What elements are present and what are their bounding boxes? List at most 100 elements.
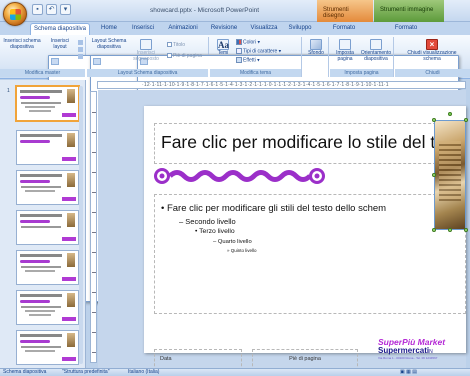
thumbnail-layout[interactable] xyxy=(16,170,79,205)
thumbnail-layout[interactable] xyxy=(16,130,79,165)
undo-icon[interactable]: ↶ xyxy=(46,4,57,15)
level-1-text: Fare clic per modificare gli stili del t… xyxy=(166,203,387,214)
rename-icon[interactable] xyxy=(78,47,83,52)
inserisci-schema-button[interactable]: Inserisci schema diapositiva xyxy=(2,38,370,302)
orientation-icon xyxy=(370,39,382,50)
titolo-checkbox[interactable]: Titolo xyxy=(167,42,185,48)
thumbnail-layout[interactable] xyxy=(16,210,79,245)
horizontal-ruler: ·12·1·11·1·10·1·9·1·8·1·7·1·6·1·5·1·4·1·… xyxy=(97,81,466,89)
effetti-dropdown[interactable]: Effetti ▾ xyxy=(236,57,260,63)
group-chiudi: × Chiudi visualizzazione schema Chiudi xyxy=(395,37,470,77)
orientamento-button[interactable]: Orientamento diapositiva xyxy=(360,39,392,62)
chiudi-visualizzazione-button[interactable]: × Chiudi visualizzazione schema xyxy=(399,39,465,62)
resize-handle[interactable] xyxy=(432,173,436,177)
level-4-text: Quarto livello xyxy=(217,239,252,245)
tab-formato-disegno[interactable]: Formato xyxy=(324,23,364,35)
inserisci-layout-label: Inserisci layout xyxy=(50,38,70,50)
level-3: • Terzo livello xyxy=(195,228,235,235)
resize-handle[interactable] xyxy=(432,118,436,122)
save-icon[interactable]: ▪ xyxy=(32,4,43,15)
inserisci-segnaposto-label: Inserisci segnaposto xyxy=(133,50,159,62)
colori-dropdown[interactable]: Colori ▾ xyxy=(236,39,260,45)
title-bar: ▪ ↶ ▾ showcard.pptx - Microsoft PowerPoi… xyxy=(0,0,470,26)
tipi-carattere-dropdown[interactable]: Tipi di carattere ▾ xyxy=(236,48,281,54)
group-imposta-pagina: Imposta pagina Orientamento diapositiva … xyxy=(330,37,394,77)
level-5: » Quinto livello xyxy=(227,248,257,253)
preserve-icon[interactable] xyxy=(78,54,83,59)
ribbon-tabs: Schema diapositiva Home Inserisci Animaz… xyxy=(0,22,470,35)
thumbnail-layout[interactable] xyxy=(16,290,79,325)
tab-sviluppo[interactable]: Sviluppo xyxy=(284,23,316,35)
brand-logo[interactable]: SuperPiù Market SupermercatiN Via Roma 1… xyxy=(378,337,470,367)
selection-box xyxy=(434,120,466,230)
thumbnail-scrollbar[interactable] xyxy=(79,86,83,364)
inserisci-layout-button[interactable]: Inserisci layout xyxy=(44,38,412,302)
delete-icon[interactable] xyxy=(78,40,83,45)
customize-qat-icon[interactable]: ▾ xyxy=(60,4,71,15)
layout-schema-label: Layout Schema diapositiva xyxy=(91,38,127,50)
close-icon: × xyxy=(426,39,438,50)
group-label: Layout Schema diapositiva xyxy=(87,69,208,77)
thumbnail-slide-master[interactable] xyxy=(15,85,80,122)
resize-handle[interactable] xyxy=(448,228,452,232)
tab-animazioni[interactable]: Animazioni xyxy=(164,23,202,35)
group-modifica-master: Inserisci schema diapositiva Inserisci l… xyxy=(0,37,412,302)
sfondo-button[interactable]: Sfondo xyxy=(305,39,327,57)
brand-subtitle-text: Supermercati xyxy=(378,346,430,355)
date-text: Data xyxy=(160,356,172,362)
inserisci-schema-label: Inserisci schema diapositiva xyxy=(3,38,41,50)
tab-revisione[interactable]: Revisione xyxy=(206,23,242,35)
group-label: Chiudi xyxy=(395,69,470,77)
level-5-text: Quinto livello xyxy=(230,248,257,253)
level-3-text: Terzo livello xyxy=(199,228,235,235)
level-1: • Fare clic per modificare gli stili del… xyxy=(161,203,387,214)
rotate-handle[interactable] xyxy=(448,112,452,116)
brand-address: Via Roma 1 - 00100 Roma - Tel. 06 123456… xyxy=(378,356,438,360)
body-placeholder[interactable]: • Fare clic per modificare gli stili del… xyxy=(154,194,466,314)
tab-visualizza[interactable]: Visualizza xyxy=(246,23,282,35)
slide-master[interactable]: Fare clic per modificare lo stile del ti… xyxy=(144,106,468,371)
office-button[interactable] xyxy=(3,2,27,26)
resize-handle[interactable] xyxy=(464,228,468,232)
layout-schema-button[interactable]: Layout Schema diapositiva xyxy=(91,38,459,302)
imposta-pagina-button[interactable]: Imposta pagina xyxy=(332,39,358,62)
decorative-wave xyxy=(154,168,325,184)
brand-subtitle-suffix: N xyxy=(429,349,433,355)
checkbox-icon xyxy=(167,42,172,48)
tab-home[interactable]: Home xyxy=(96,23,122,35)
temi-button[interactable]: Aa Temi xyxy=(214,39,232,57)
footer-text: Piè di pagina xyxy=(289,356,321,362)
checkbox-icon xyxy=(167,53,172,59)
group-layout-schema: Layout Schema diapositiva Inserisci segn… xyxy=(87,37,459,302)
effects-icon xyxy=(236,57,242,63)
themes-icon: Aa xyxy=(217,39,229,50)
resize-handle[interactable] xyxy=(464,118,468,122)
thumbnail-number: 1 xyxy=(7,88,10,94)
imposta-pagina-label: Imposta pagina xyxy=(336,50,354,62)
thumbnail-layout[interactable] xyxy=(16,330,79,365)
group-modifica-tema: Aa Temi Colori ▾ Tipi di carattere ▾ Eff… xyxy=(210,37,302,77)
page-setup-icon xyxy=(339,39,351,50)
quick-access-toolbar: ▪ ↶ ▾ xyxy=(32,4,71,15)
thumbnail-layout[interactable] xyxy=(16,250,79,285)
title-text: Fare clic per modificare lo stile del ti xyxy=(161,132,440,152)
view-buttons[interactable]: ▣ ▦ ▤ xyxy=(400,369,417,376)
title-placeholder[interactable]: Fare clic per modificare lo stile del ti xyxy=(154,123,466,164)
status-theme: "Struttura predefinita" xyxy=(62,369,110,375)
pie-di-pagina-checkbox[interactable]: Piè di pagina xyxy=(167,53,202,59)
context-tab-drawing-tools: Strumenti disegno xyxy=(317,0,373,22)
tab-formato-immagine[interactable]: Formato xyxy=(386,23,426,35)
group-sfondo: Sfondo xyxy=(303,37,329,77)
tab-inserisci[interactable]: Inserisci xyxy=(126,23,160,35)
thumbnail-pane: 1 xyxy=(0,80,86,368)
level-2: – Secondo livello xyxy=(179,217,236,226)
window-title: showcard.pptx - Microsoft PowerPoint xyxy=(150,7,260,14)
office-logo-icon xyxy=(10,9,21,20)
status-bar: Schema diapositiva "Struttura predefinit… xyxy=(0,368,470,376)
ribbon: Inserisci schema diapositiva Inserisci l… xyxy=(0,35,470,302)
vertical-ruler xyxy=(90,91,97,363)
resize-handle[interactable] xyxy=(432,228,436,232)
inserisci-segnaposto-button[interactable]: Inserisci segnaposto xyxy=(129,39,163,62)
tab-schema-diapositiva[interactable]: Schema diapositiva xyxy=(30,23,90,35)
slide-canvas: Fare clic per modificare lo stile del ti… xyxy=(98,90,468,371)
